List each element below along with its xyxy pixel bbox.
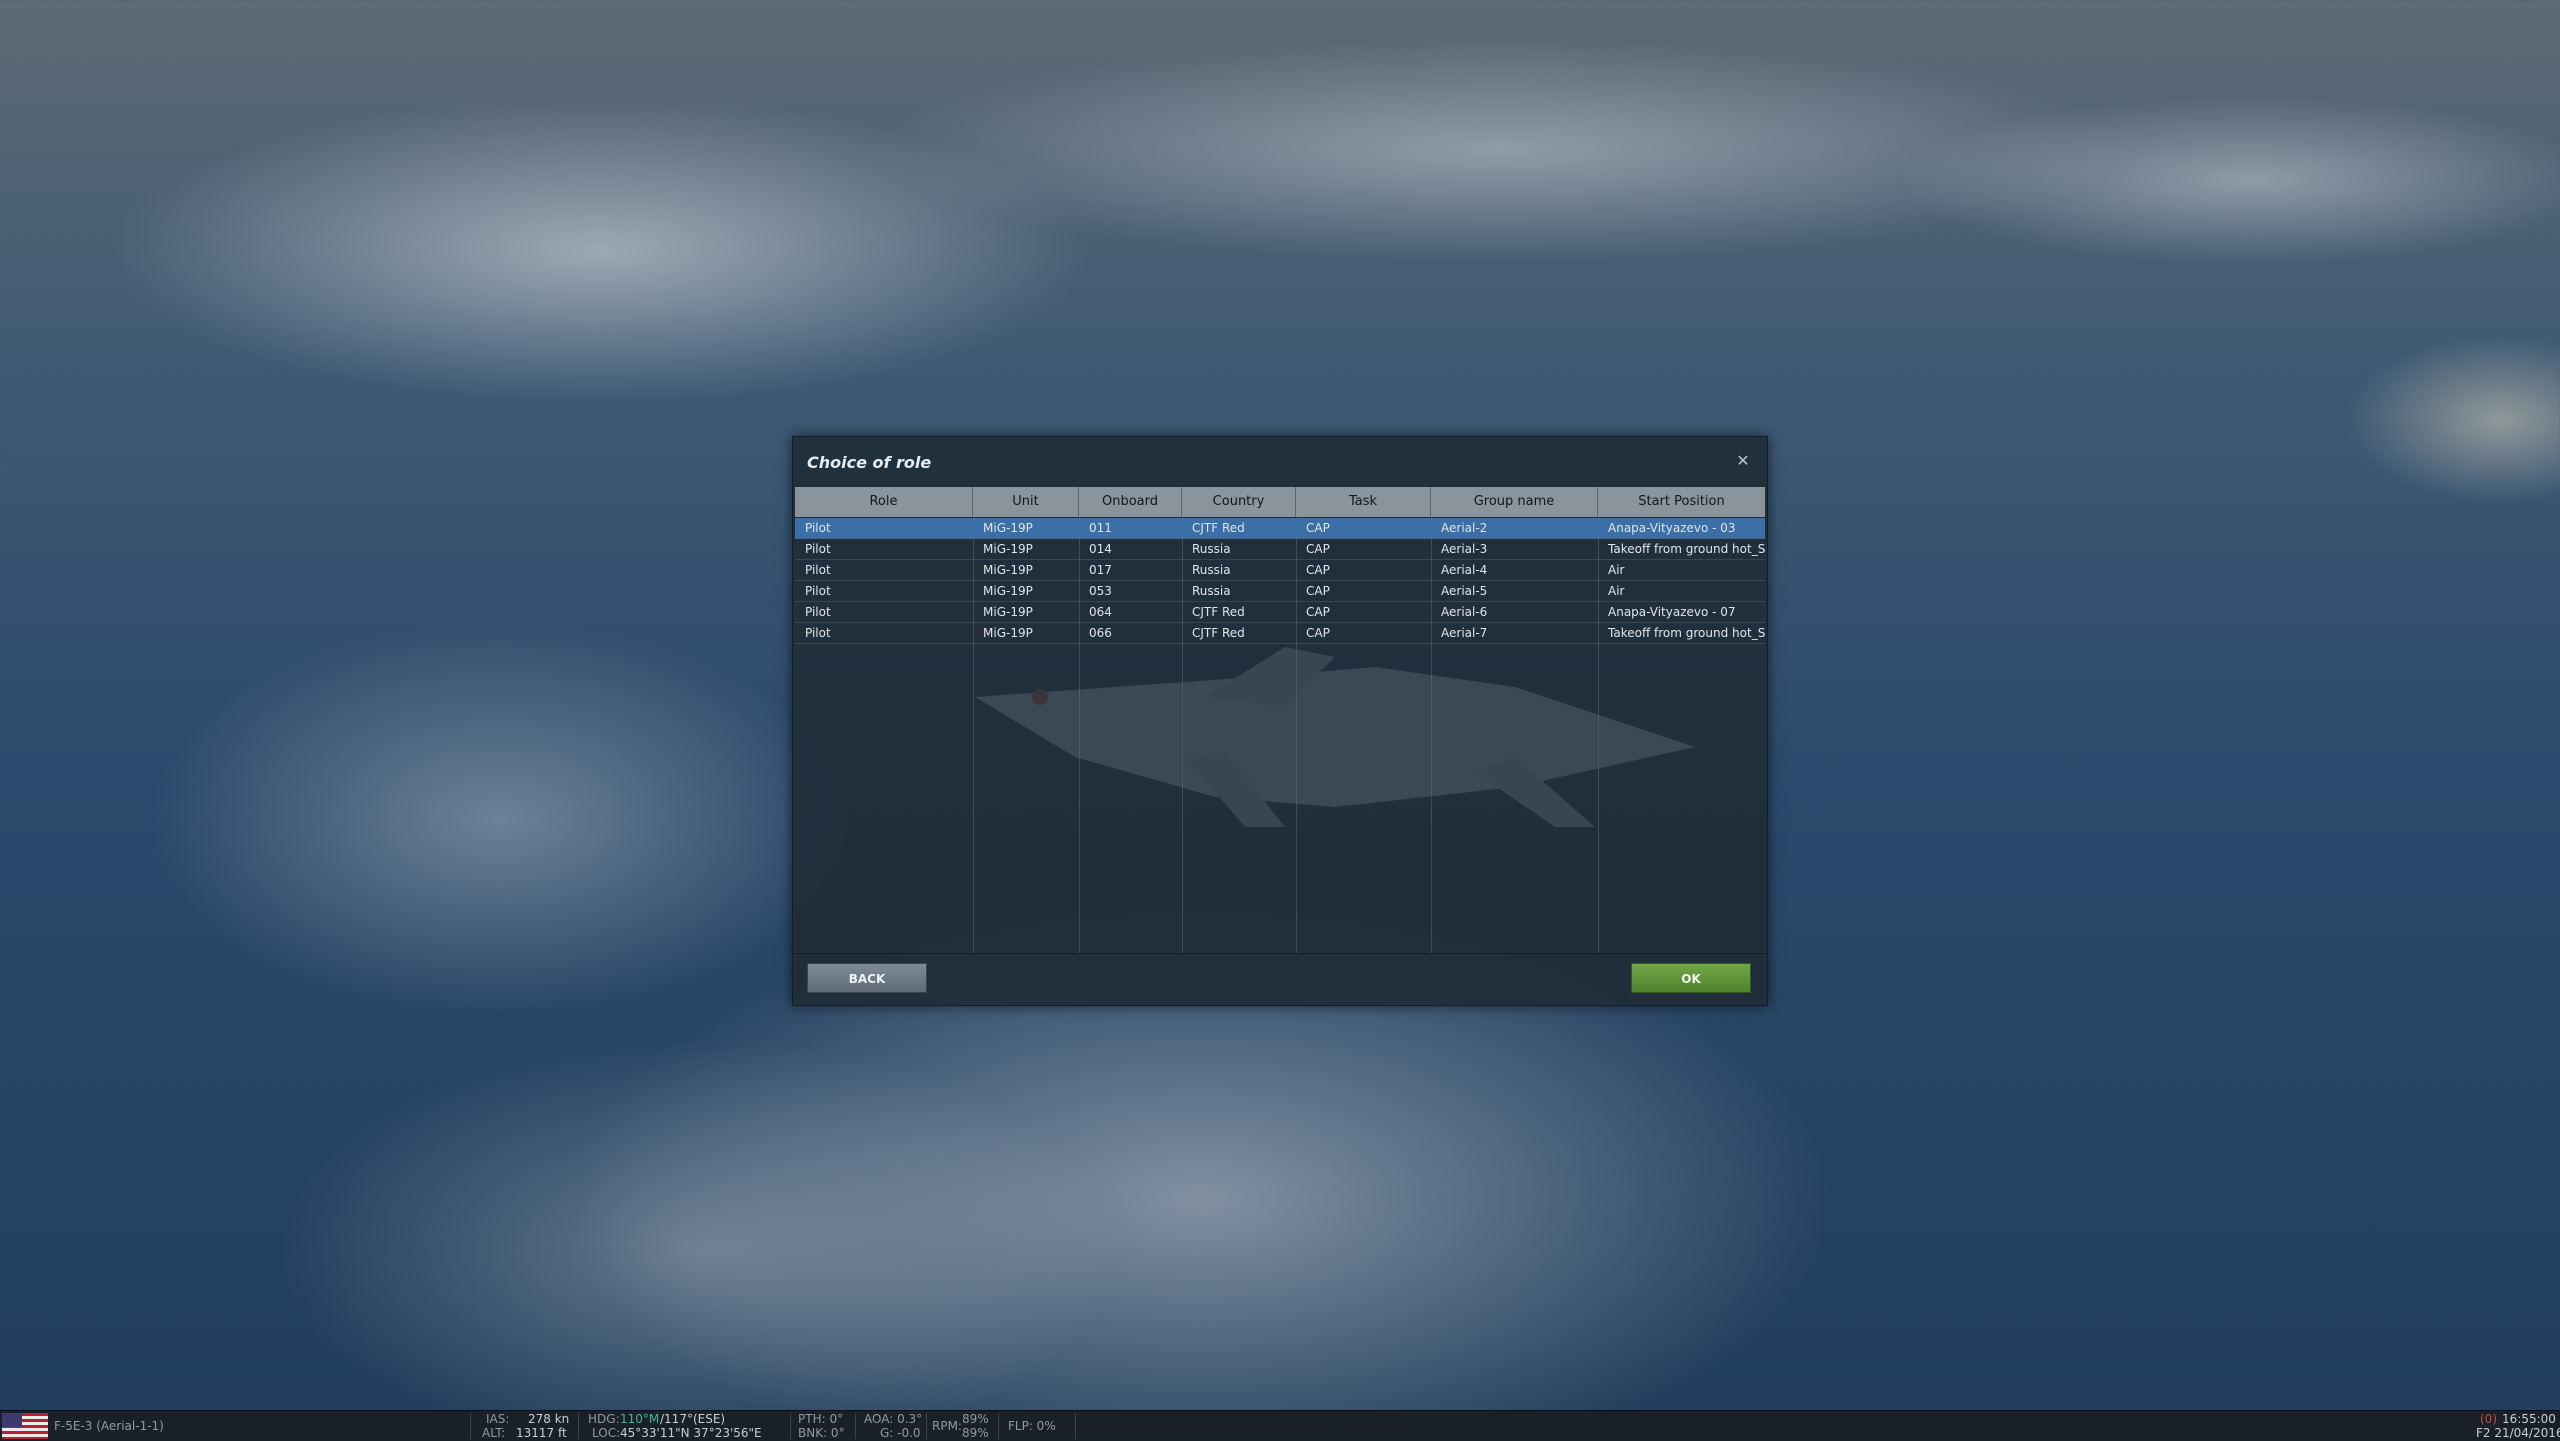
close-icon[interactable]: ✕ xyxy=(1733,451,1753,471)
col-header-task[interactable]: Task xyxy=(1296,487,1431,517)
col-header-country[interactable]: Country xyxy=(1182,487,1296,517)
pitch-readout: PTH: 0° xyxy=(798,1412,844,1426)
cell-start-position: Anapa-Vityazevo - 03 xyxy=(1608,521,1736,535)
cell-group-name: Aerial-3 xyxy=(1441,542,1488,556)
ias-label: IAS: xyxy=(486,1412,510,1426)
cell-start-position: Anapa-Vityazevo - 07 xyxy=(1608,605,1736,619)
us-flag-icon xyxy=(2,1413,48,1439)
cell-country: Russia xyxy=(1192,584,1231,598)
hdg-magnetic: 110°M xyxy=(620,1412,660,1426)
cell-start-position: Takeoff from ground hot_Sim xyxy=(1608,542,1765,556)
cell-country: Russia xyxy=(1192,563,1231,577)
cell-unit: MiG-19P xyxy=(983,626,1033,640)
divider xyxy=(855,1413,856,1439)
col-header-onboard[interactable]: Onboard xyxy=(1079,487,1182,517)
cell-unit: MiG-19P xyxy=(983,521,1033,535)
unit-name: F-5E-3 (Aerial-1-1) xyxy=(54,1419,164,1433)
col-header-unit[interactable]: Unit xyxy=(973,487,1079,517)
table-row[interactable]: Pilot MiG-19P 017 Russia CAP Aerial-4 Ai… xyxy=(795,560,1765,581)
cell-onboard: 064 xyxy=(1089,605,1112,619)
cell-country: CJTF Red xyxy=(1192,605,1245,619)
table-row[interactable]: Pilot MiG-19P 053 Russia CAP Aerial-5 Ai… xyxy=(795,581,1765,602)
g-readout: G: -0.0 xyxy=(880,1426,921,1440)
clock-time: 16:55:00 xyxy=(2502,1412,2556,1426)
table-row[interactable]: Pilot MiG-19P 011 CJTF Red CAP Aerial-2 … xyxy=(795,518,1765,539)
cell-country: Russia xyxy=(1192,542,1231,556)
cell-group-name: Aerial-6 xyxy=(1441,605,1488,619)
cell-role: Pilot xyxy=(805,584,831,598)
cell-start-position: Air xyxy=(1608,584,1625,598)
cell-task: CAP xyxy=(1306,626,1330,640)
cell-start-position: Takeoff from ground hot_Sim xyxy=(1608,626,1765,640)
cell-group-name: Aerial-7 xyxy=(1441,626,1488,640)
cell-country: CJTF Red xyxy=(1192,521,1245,535)
status-bar: F-5E-3 (Aerial-1-1) IAS: 278 kn ALT: 131… xyxy=(0,1410,2560,1441)
col-header-start-position[interactable]: Start Position xyxy=(1598,487,1765,517)
cell-onboard: 066 xyxy=(1089,626,1112,640)
divider xyxy=(998,1413,999,1439)
col-header-role[interactable]: Role xyxy=(795,487,973,517)
alt-value: 13117 ft xyxy=(516,1426,567,1440)
alt-label: ALT: xyxy=(482,1426,506,1440)
rpm-engine-2: 89% xyxy=(962,1426,989,1440)
aoa-readout: AOA: 0.3° xyxy=(864,1412,923,1426)
cell-role: Pilot xyxy=(805,605,831,619)
table-row[interactable]: Pilot MiG-19P 064 CJTF Red CAP Aerial-6 … xyxy=(795,602,1765,623)
cell-task: CAP xyxy=(1306,605,1330,619)
cell-onboard: 053 xyxy=(1089,584,1112,598)
divider xyxy=(470,1413,471,1439)
cell-task: CAP xyxy=(1306,563,1330,577)
flaps-readout: FLP: 0% xyxy=(1008,1419,1056,1433)
dialog-title: Choice of role xyxy=(807,453,932,472)
cell-role: Pilot xyxy=(805,626,831,640)
cell-role: Pilot xyxy=(805,542,831,556)
status-indicator: (0) xyxy=(2480,1412,2497,1426)
cell-task: CAP xyxy=(1306,542,1330,556)
footer-divider xyxy=(793,953,1767,954)
bank-readout: BNK: 0° xyxy=(798,1426,845,1440)
rpm-label: RPM: xyxy=(932,1419,962,1433)
cell-country: CJTF Red xyxy=(1192,626,1245,640)
cell-group-name: Aerial-2 xyxy=(1441,521,1488,535)
cell-unit: MiG-19P xyxy=(983,584,1033,598)
table-row[interactable]: Pilot MiG-19P 066 CJTF Red CAP Aerial-7 … xyxy=(795,623,1765,644)
role-table: Role Unit Onboard Country Task Group nam… xyxy=(795,487,1765,1391)
role-choice-dialog: Choice of role ✕ Role Unit Onboard Count… xyxy=(792,436,1768,1006)
aircraft-watermark-image xyxy=(975,647,1695,827)
loc-value: 45°33'11"N 37°23'56"E xyxy=(620,1426,762,1440)
divider xyxy=(926,1413,927,1439)
col-header-group-name[interactable]: Group name xyxy=(1431,487,1598,517)
cell-unit: MiG-19P xyxy=(983,542,1033,556)
divider xyxy=(578,1413,579,1439)
cell-group-name: Aerial-4 xyxy=(1441,563,1488,577)
divider xyxy=(1075,1413,1076,1439)
cell-group-name: Aerial-5 xyxy=(1441,584,1488,598)
hdg-label: HDG: xyxy=(588,1412,620,1426)
cell-task: CAP xyxy=(1306,521,1330,535)
loc-label: LOC: xyxy=(592,1426,621,1440)
table-header: Role Unit Onboard Country Task Group nam… xyxy=(795,487,1765,517)
rpm-engine-1: 89% xyxy=(962,1412,989,1426)
ok-button[interactable]: OK xyxy=(1631,963,1751,993)
cell-role: Pilot xyxy=(805,563,831,577)
divider xyxy=(790,1413,791,1439)
cell-unit: MiG-19P xyxy=(983,605,1033,619)
cell-onboard: 014 xyxy=(1089,542,1112,556)
ias-value: 278 kn xyxy=(528,1412,570,1426)
cell-role: Pilot xyxy=(805,521,831,535)
hdg-true: /117°(ESE) xyxy=(660,1412,726,1426)
back-button[interactable]: BACK xyxy=(807,963,927,993)
cell-task: CAP xyxy=(1306,584,1330,598)
cell-onboard: 011 xyxy=(1089,521,1112,535)
table-row[interactable]: Pilot MiG-19P 014 Russia CAP Aerial-3 Ta… xyxy=(795,539,1765,560)
cell-onboard: 017 xyxy=(1089,563,1112,577)
cell-unit: MiG-19P xyxy=(983,563,1033,577)
cell-start-position: Air xyxy=(1608,563,1625,577)
clock-date: F2 21/04/2016 xyxy=(2476,1426,2560,1440)
